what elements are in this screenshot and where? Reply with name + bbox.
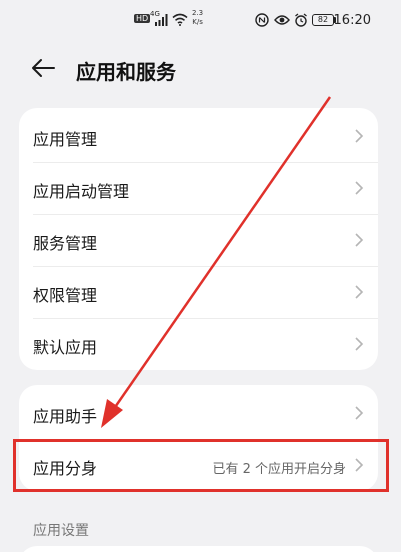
service-management-row[interactable]: 服务管理 [19,214,378,266]
chevron-right-icon [355,181,364,195]
permission-management-row[interactable]: 权限管理 [19,266,378,318]
chevron-right-icon [355,337,364,351]
page-header: 应用和服务 [0,48,401,92]
app-assistant-row[interactable]: 应用助手 [19,387,378,439]
chevron-right-icon [355,233,364,247]
row-label: 应用启动管理 [33,182,130,201]
battery-icon: 82 [312,14,334,26]
app-twin-status: 已有 2 个应用开启分身 [212,462,346,477]
network-speed: 2.3 K/s [192,9,204,26]
default-apps-row[interactable]: 默认应用 [19,318,378,370]
signal-icon [155,14,168,26]
hd-badge-icon: HD [134,14,151,23]
settings-group-2: 应用助手 应用分身 已有 2 个应用开启分身 [19,385,378,491]
status-bar: HD 4G 2.3 K/s 82 16:20 [0,0,401,40]
row-label: 应用助手 [33,407,98,426]
row-label: 应用管理 [33,130,98,149]
battery-level: 82 [317,15,329,24]
row-label: 默认应用 [33,338,98,357]
app-launch-management-row[interactable]: 应用启动管理 [19,162,378,214]
eye-comfort-icon [274,15,290,25]
settings-group-1: 应用管理 应用启动管理 服务管理 权限管理 默认应用 [19,108,378,370]
row-label: 应用分身 [33,459,98,478]
nfc-icon [255,13,269,27]
row-label: 服务管理 [33,234,98,253]
row-label: 权限管理 [33,286,98,305]
chevron-right-icon [355,406,364,420]
arrow-left-icon[interactable] [30,57,56,79]
page-title: 应用和服务 [76,60,176,84]
section-label-app-settings: 应用设置 [33,523,89,539]
app-twin-row[interactable]: 应用分身 已有 2 个应用开启分身 [19,439,378,491]
chevron-right-icon [355,285,364,299]
alarm-icon [295,13,307,27]
app-management-row[interactable]: 应用管理 [19,110,378,162]
wifi-icon [172,13,188,26]
chevron-right-icon [355,129,364,143]
clock-time: 16:20 [333,13,371,28]
settings-group-3-partial [19,546,378,552]
chevron-right-icon [355,458,364,472]
